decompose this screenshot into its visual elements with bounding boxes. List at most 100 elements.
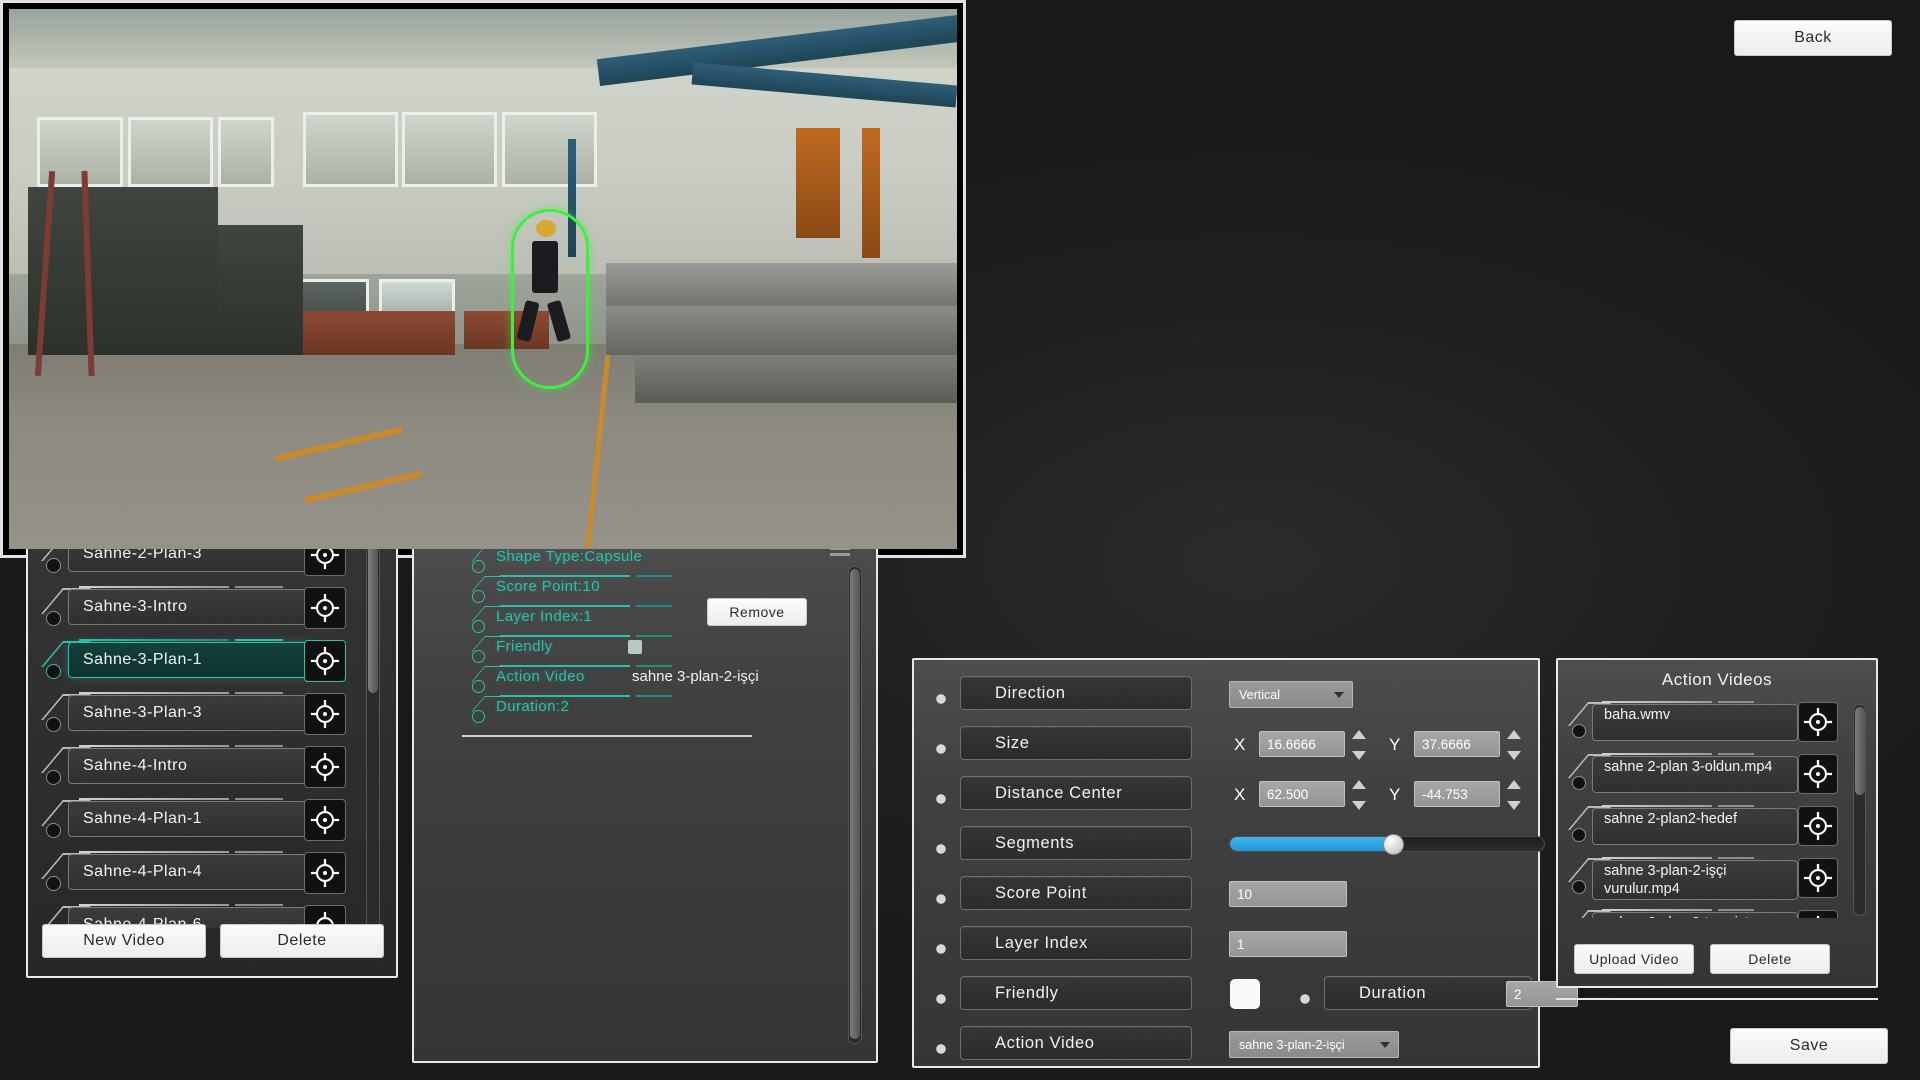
crosshair-icon	[1803, 863, 1833, 893]
rail-deco	[636, 635, 672, 637]
shape-list-scroll-thumb[interactable]	[850, 569, 860, 1039]
video-list-item-label[interactable]: Sahne-3-Intro	[68, 589, 317, 625]
locate-video-button[interactable]	[304, 799, 346, 841]
remove-shape-button[interactable]: Remove	[707, 598, 807, 626]
direction-select[interactable]: Vertical	[1229, 681, 1353, 708]
action-video-item[interactable]: sahne 3-plan-2-işçi vurulur.mp4	[1566, 856, 1856, 908]
scene-pallet-stack	[634, 354, 957, 404]
locate-video-button[interactable]	[304, 746, 346, 788]
node-dot-icon	[472, 590, 485, 603]
video-list-item-label[interactable]: Sahne-4-Plan-4	[68, 854, 317, 890]
rail-deco	[235, 904, 283, 906]
prop-layer-index-label: Layer Index	[960, 926, 1192, 960]
action-video-item[interactable]: sahne 2-plan2-hedef	[1566, 804, 1856, 856]
rail-deco	[500, 695, 630, 697]
node-dot-icon	[472, 680, 485, 693]
scene-bricks	[302, 311, 455, 355]
action-video-item-label[interactable]: sahne 6-plan 2-terorist	[1592, 912, 1798, 918]
video-list-item[interactable]: Sahne-4-Intro	[38, 742, 368, 795]
prop-action-video-select[interactable]: sahne 3-plan-2-işçi	[1229, 1031, 1399, 1058]
distance-x-axis-label: X	[1234, 785, 1246, 804]
video-list-item[interactable]: Sahne-4-Plan-4	[38, 848, 368, 901]
footer-divider	[1556, 998, 1878, 1000]
shape-list-entry[interactable]: Action Video sahne 3-plan-2-işçi	[462, 665, 792, 696]
shape-friendly-checkbox[interactable]	[628, 640, 642, 654]
locate-video-button[interactable]	[304, 587, 346, 629]
prop-friendly-label: Friendly	[960, 976, 1192, 1010]
prop-layer-index-input[interactable]: 1	[1229, 931, 1347, 957]
scene-window	[217, 117, 275, 188]
distance-x-input[interactable]: 62.500	[1259, 781, 1345, 807]
video-list-item-label[interactable]: Sahne-4-Intro	[68, 748, 317, 784]
video-list-item-label[interactable]: Sahne-3-Plan-1	[68, 642, 317, 678]
prop-score-point-input[interactable]: 10	[1229, 881, 1347, 907]
video-list-item-label[interactable]: Sahne-4-Plan-1	[68, 801, 317, 837]
locate-video-button[interactable]	[304, 852, 346, 894]
delete-video-button[interactable]: Delete	[220, 924, 384, 958]
rail-deco	[1602, 753, 1712, 755]
video-list-item[interactable]: Sahne-3-Plan-3	[38, 689, 368, 742]
action-video-item[interactable]: sahne 2-plan 3-oldun.mp4	[1566, 752, 1856, 804]
size-y-stepper[interactable]	[1507, 728, 1523, 762]
prop-friendly-checkbox[interactable]	[1230, 979, 1260, 1009]
size-y-input[interactable]: 37.6666	[1414, 731, 1500, 757]
rail-deco	[1718, 857, 1754, 859]
prop-action-video-row: Action Video sahne 3-plan-2-işçi	[934, 1026, 1538, 1076]
rail-deco	[500, 575, 630, 577]
shape-entry-label: Score Point:10	[496, 578, 600, 595]
size-x-input[interactable]: 16.6666	[1259, 731, 1345, 757]
shape-list-entry[interactable]: Shape Type:Capsule	[462, 545, 792, 576]
crosshair-icon	[1816, 915, 1820, 918]
delete-action-video-button[interactable]: Delete	[1710, 944, 1830, 974]
locate-action-video-button[interactable]	[1798, 806, 1838, 846]
prop-action-video-label: Action Video	[960, 1026, 1192, 1060]
distance-y-input[interactable]: -44.753	[1414, 781, 1500, 807]
save-button[interactable]: Save	[1730, 1028, 1888, 1064]
node-dot-icon	[1572, 880, 1586, 894]
action-videos-title: Action Videos	[1661, 670, 1773, 689]
action-video-item-label[interactable]: sahne 2-plan2-hedef	[1592, 808, 1798, 845]
shape-list-entry[interactable]: Friendly	[462, 635, 792, 666]
shape-overlay[interactable]	[511, 208, 590, 389]
size-y-axis-label: Y	[1389, 735, 1401, 754]
action-video-item-label[interactable]: sahne 2-plan 3-oldun.mp4	[1592, 756, 1798, 793]
video-canvas[interactable]	[9, 9, 957, 549]
action-videos-scrollbar[interactable]	[1853, 704, 1866, 916]
distance-y-stepper[interactable]	[1507, 778, 1523, 812]
video-preview-panel	[0, 0, 966, 558]
rail-deco	[235, 639, 283, 641]
locate-action-video-button[interactable]	[1798, 702, 1838, 742]
scene-pallet-stack	[606, 306, 957, 355]
segments-row: Segments	[934, 826, 1545, 876]
segments-slider-knob[interactable]	[1383, 834, 1405, 855]
action-videos-scroll-thumb[interactable]	[1855, 707, 1865, 795]
locate-action-video-button[interactable]	[1798, 910, 1838, 918]
shape-list-entry[interactable]: Duration:2	[462, 695, 792, 726]
action-video-item-label[interactable]: sahne 3-plan-2-işçi vurulur.mp4	[1592, 860, 1798, 900]
video-list-item[interactable]: Sahne-3-Intro	[38, 583, 368, 636]
locate-action-video-button[interactable]	[1798, 858, 1838, 898]
distance-x-stepper[interactable]	[1352, 778, 1368, 812]
locate-video-button[interactable]	[304, 693, 346, 735]
rail-deco	[235, 798, 283, 800]
action-video-item-label[interactable]: baha.wmv	[1592, 704, 1798, 741]
video-list-item-label[interactable]: Sahne-3-Plan-3	[68, 695, 317, 731]
back-button[interactable]: Back	[1734, 20, 1892, 56]
rail-deco	[1602, 909, 1712, 911]
upload-video-button[interactable]: Upload Video	[1574, 944, 1694, 974]
size-x-stepper[interactable]	[1352, 728, 1368, 762]
shape-entry-label: Friendly	[496, 638, 553, 655]
action-video-item[interactable]: baha.wmv	[1566, 700, 1856, 752]
locate-video-button[interactable]	[304, 640, 346, 682]
locate-action-video-button[interactable]	[1798, 754, 1838, 794]
rail-deco	[636, 665, 672, 667]
rail-deco	[1718, 805, 1754, 807]
video-list-item[interactable]: Sahne-3-Plan-1	[38, 636, 368, 689]
shape-list-scrollbar[interactable]	[848, 566, 862, 1044]
action-video-item[interactable]: sahne 6-plan 2-terorist	[1566, 908, 1856, 918]
crosshair-icon	[310, 858, 340, 888]
segments-slider[interactable]	[1229, 834, 1545, 855]
new-video-button[interactable]: New Video	[42, 924, 206, 958]
video-list-item[interactable]: Sahne-4-Plan-1	[38, 795, 368, 848]
crosshair-icon	[310, 805, 340, 835]
